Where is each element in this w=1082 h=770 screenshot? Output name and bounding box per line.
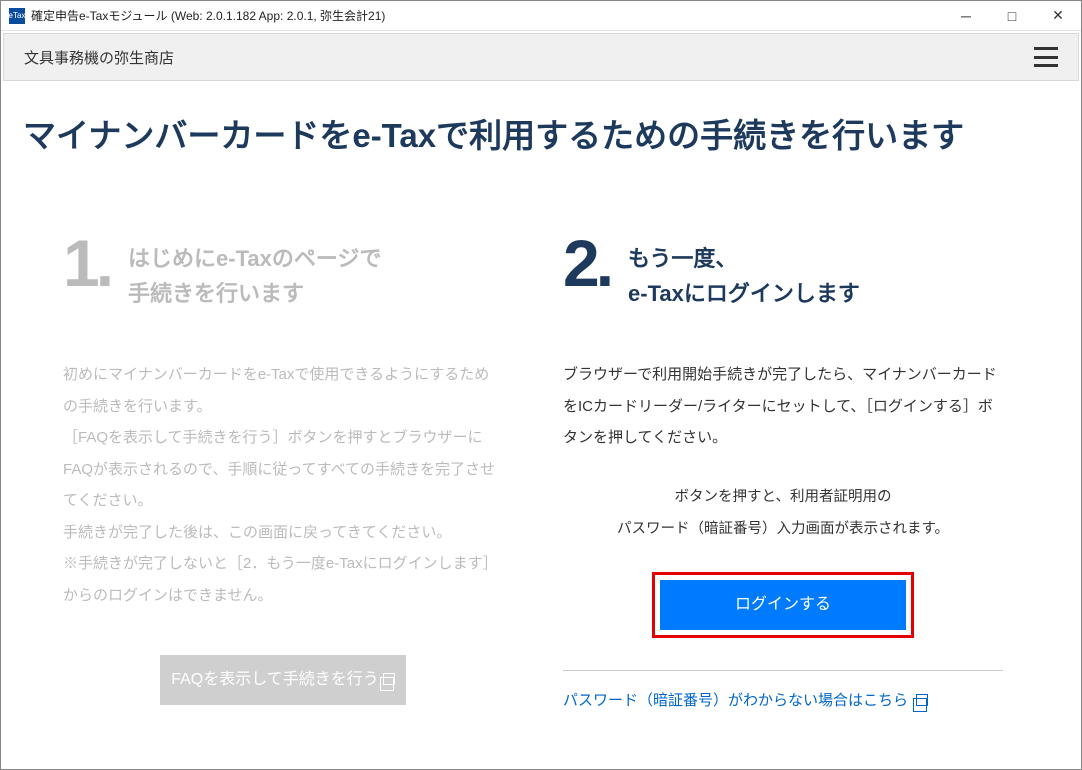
app-header: 文具事務機の弥生商店 xyxy=(3,33,1079,81)
external-link-icon xyxy=(916,694,928,706)
app-icon: eTax xyxy=(9,8,25,24)
window-minimize-button[interactable]: ─ xyxy=(943,1,989,31)
login-button-highlight: ログインする xyxy=(652,572,914,638)
step-2-hint: ボタンを押すと、利用者証明用の パスワード（暗証番号）入力画面が表示されます。 xyxy=(563,482,1003,546)
step-2-number: 2. xyxy=(563,237,610,290)
step-2-title: もう一度、 e-Taxにログインします xyxy=(628,237,860,311)
divider xyxy=(563,670,1003,671)
step-1: 1. はじめにe-Taxのページで 手続きを行います 初めにマイナンバーカードを… xyxy=(63,237,503,710)
window-close-button[interactable]: ✕ xyxy=(1035,1,1081,31)
step-1-number: 1. xyxy=(63,237,110,290)
external-link-icon xyxy=(383,673,395,685)
step-2: 2. もう一度、 e-Taxにログインします ブラウザーで利用開始手続きが完了し… xyxy=(563,237,1003,710)
window-title: 確定申告e-Taxモジュール (Web: 2.0.1.182 App: 2.0.… xyxy=(31,7,385,24)
faq-button: FAQを表示して手続きを行う xyxy=(160,655,406,705)
forgot-password-link[interactable]: パスワード（暗証番号）がわからない場合はこちら xyxy=(563,689,1003,710)
page-title: マイナンバーカードをe-Taxで利用するための手続きを行います xyxy=(23,109,1059,157)
window-maximize-button[interactable]: □ xyxy=(989,1,1035,31)
window-titlebar: eTax 確定申告e-Taxモジュール (Web: 2.0.1.182 App:… xyxy=(1,1,1081,31)
step-1-body: 初めにマイナンバーカードをe-Taxで使用できるようにするための手続きを行います… xyxy=(63,359,503,611)
step-2-body: ブラウザーで利用開始手続きが完了したら、マイナンバーカードをICカードリーダー/… xyxy=(563,359,1003,454)
step-1-title: はじめにe-Taxのページで 手続きを行います xyxy=(128,237,381,311)
org-name: 文具事務機の弥生商店 xyxy=(24,47,174,68)
login-button[interactable]: ログインする xyxy=(660,580,906,630)
menu-icon[interactable] xyxy=(1034,47,1058,67)
